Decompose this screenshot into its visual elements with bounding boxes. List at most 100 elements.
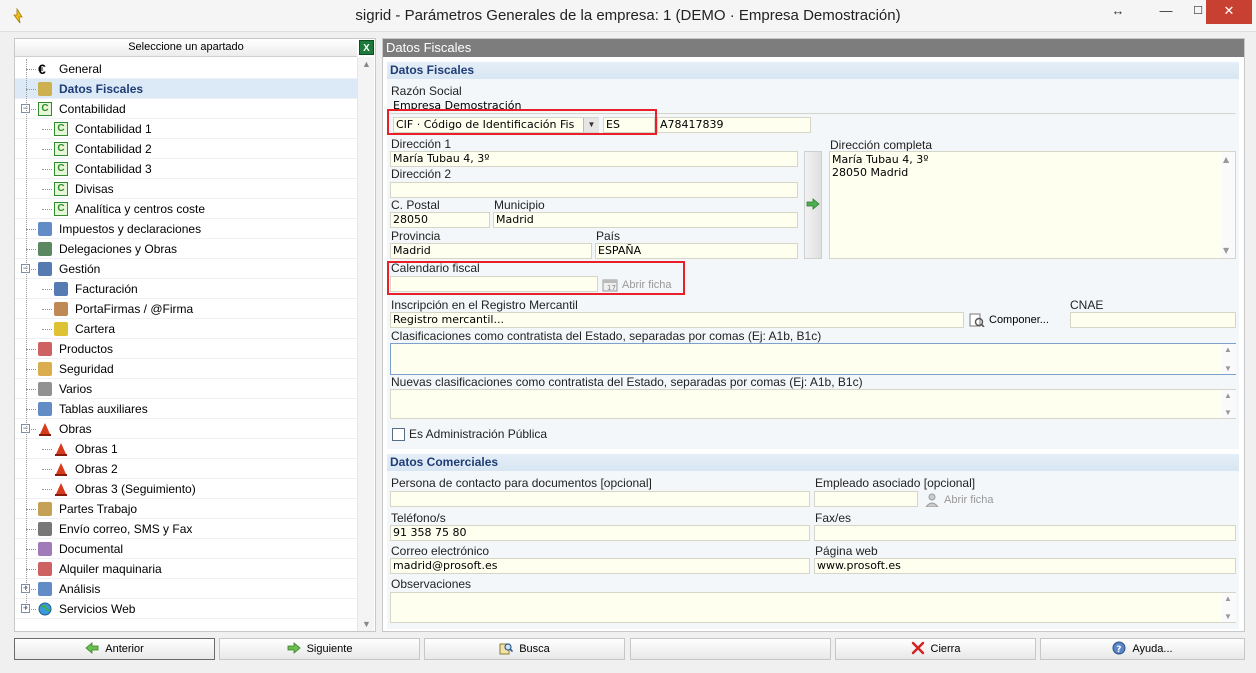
empleado-field[interactable] (814, 491, 918, 507)
sidebar-item-analisis[interactable]: + Análisis (15, 579, 357, 599)
sidebar-item-alquiler-maquinaria[interactable]: Alquiler maquinaria (15, 559, 357, 579)
registro-label: Inscripción en el Registro Mercantil (391, 298, 578, 312)
scroll-up-icon[interactable]: ▲ (358, 59, 375, 69)
sidebar-item-contabilidad[interactable]: − C Contabilidad (15, 99, 357, 119)
sidebar-item-label: PortaFirmas / @Firma (75, 302, 194, 316)
accounting-icon: C (54, 142, 68, 156)
close-window-button[interactable]: ✕ (1206, 0, 1252, 24)
admin-publica-checkbox[interactable] (392, 428, 405, 441)
empty-button[interactable] (630, 638, 831, 660)
pais-label: País (596, 229, 621, 243)
fiscal-data-icon (38, 82, 52, 96)
telefono-field[interactable]: 91 358 75 80 (390, 525, 810, 541)
pais-field[interactable]: ESPAÑA (595, 243, 798, 259)
admin-publica-label: Es Administración Pública (409, 427, 548, 441)
sidebar-item-general[interactable]: € General (15, 59, 357, 79)
sidebar-item-partes-trabajo[interactable]: Partes Trabajo (15, 499, 357, 519)
observaciones-field[interactable] (390, 592, 1236, 623)
direccion-completa-line1: María Tubau 4, 3º (832, 153, 929, 166)
componer-button[interactable]: Componer... (969, 311, 1049, 329)
tree-connector (26, 549, 36, 550)
euro-icon: € (38, 61, 46, 77)
sidebar-item-tablas-auxiliares[interactable]: Tablas auxiliares (15, 399, 357, 419)
sidebar-item-portafirmas-firma[interactable]: PortaFirmas / @Firma (15, 299, 357, 319)
sidebar-item-label: Partes Trabajo (59, 502, 138, 516)
sidebar-item-servicios-web[interactable]: + Servicios Web (15, 599, 357, 619)
section-navigator: Seleccione un apartado X € General Datos F… (14, 38, 376, 632)
web-field[interactable]: www.prosoft.es (814, 558, 1236, 574)
sidebar-scrollbar[interactable]: ▲ ▼ (357, 57, 374, 631)
sidebar-item-productos[interactable]: Productos (15, 339, 357, 359)
portfolio-icon (54, 322, 68, 336)
sidebar-item-obras-2[interactable]: Obras 2 (15, 459, 357, 479)
nuevas-clasificaciones-scroll[interactable]: ▲ ▼ (1222, 390, 1236, 418)
observaciones-scroll[interactable]: ▲ ▼ (1222, 593, 1236, 622)
compose-icon (969, 313, 985, 328)
cif-field[interactable]: A78417839 (657, 117, 811, 133)
nuevas-clasificaciones-field[interactable] (390, 389, 1236, 419)
sidebar-item-label: Seguridad (59, 362, 114, 376)
cierra-button[interactable]: Cierra (835, 638, 1036, 660)
tree-connector (42, 309, 52, 310)
ayuda-button[interactable]: ? Ayuda... (1040, 638, 1245, 660)
minimize-button[interactable]: — (1148, 0, 1184, 24)
persona-contacto-field[interactable] (390, 491, 810, 507)
table-icon (38, 402, 52, 416)
clasificaciones-scroll[interactable]: ▲ ▼ (1222, 344, 1236, 374)
sidebar-item-obras[interactable]: − Obras (15, 419, 357, 439)
fax-field[interactable] (814, 525, 1236, 541)
sidebar-item-label: Impuestos y declaraciones (59, 222, 202, 236)
sidebar-item-varios[interactable]: Varios (15, 379, 357, 399)
sidebar-item-documental[interactable]: Documental (15, 539, 357, 559)
municipio-field[interactable]: Madrid (493, 212, 798, 228)
sidebar-item-delegaciones-y-obras[interactable]: Delegaciones y Obras (15, 239, 357, 259)
sidebar-item-contabilidad-1[interactable]: C Contabilidad 1 (15, 119, 357, 139)
excel-export-icon[interactable]: X (359, 40, 374, 55)
sidebar-item-contabilidad-3[interactable]: C Contabilidad 3 (15, 159, 357, 179)
sidebar-item-envio-correo-sms-y-fax[interactable]: Envío correo, SMS y Fax (15, 519, 357, 539)
sidebar-item-label: Contabilidad 1 (75, 122, 152, 136)
scroll-down-icon[interactable]: ▼ (358, 619, 375, 629)
highlight-calendar-box (387, 261, 685, 295)
registro-field[interactable]: Registro mercantil... (390, 312, 964, 328)
sidebar-item-obras-1[interactable]: Obras 1 (15, 439, 357, 459)
sidebar-item-datos-fiscales[interactable]: Datos Fiscales (15, 79, 357, 99)
anterior-button[interactable]: Anterior (14, 638, 215, 660)
resize-icon[interactable]: ↔ (1100, 0, 1136, 24)
sidebar-item-facturacion[interactable]: Facturación (15, 279, 357, 299)
tools-icon (38, 382, 52, 396)
cpostal-field[interactable]: 28050 (390, 212, 490, 228)
sidebar-item-label: Análisis (59, 582, 101, 596)
abrir-ficha-empleado-button[interactable]: Abrir ficha (924, 491, 994, 509)
sidebar-item-cartera[interactable]: Cartera (15, 319, 357, 339)
sidebar-item-label: Obras 3 (Seguimiento) (75, 482, 196, 496)
clasificaciones-field[interactable] (390, 343, 1236, 375)
busca-button[interactable]: Busca (424, 638, 625, 660)
sidebar-item-label: Servicios Web (59, 602, 136, 616)
sidebar-item-label: Analítica y centros coste (75, 202, 206, 216)
correo-field[interactable]: madrid@prosoft.es (390, 558, 810, 574)
sidebar-item-divisas[interactable]: C Divisas (15, 179, 357, 199)
envelope-icon (38, 522, 52, 536)
siguiente-button[interactable]: Siguiente (219, 638, 420, 660)
direccion1-field[interactable]: María Tubau 4, 3º (390, 151, 798, 167)
tree-connector (26, 389, 36, 390)
sidebar-item-contabilidad-2[interactable]: C Contabilidad 2 (15, 139, 357, 159)
sidebar-item-label: Datos Fiscales (59, 82, 144, 96)
tree-connector (42, 449, 52, 450)
compose-address-button[interactable] (804, 151, 822, 259)
direccion2-field[interactable] (390, 182, 798, 198)
abrir-ficha-empleado-label: Abrir ficha (944, 494, 994, 506)
arrow-left-icon (85, 642, 99, 654)
tree-connector (42, 189, 52, 190)
cnae-field[interactable] (1070, 312, 1236, 328)
sidebar-item-impuestos-y-declaraciones[interactable]: Impuestos y declaraciones (15, 219, 357, 239)
tree-connector (42, 469, 52, 470)
tree-connector (26, 409, 36, 410)
sidebar-item-gestion[interactable]: − Gestión (15, 259, 357, 279)
sidebar-item-analitica-y-centros-coste[interactable]: C Analítica y centros coste (15, 199, 357, 219)
direccion-completa-field[interactable]: María Tubau 4, 3º 28050 Madrid ▲ ▼ (829, 151, 1236, 259)
sidebar-item-obras-3-seguimiento[interactable]: Obras 3 (Seguimiento) (15, 479, 357, 499)
provincia-field[interactable]: Madrid (390, 243, 592, 259)
sidebar-item-seguridad[interactable]: Seguridad (15, 359, 357, 379)
